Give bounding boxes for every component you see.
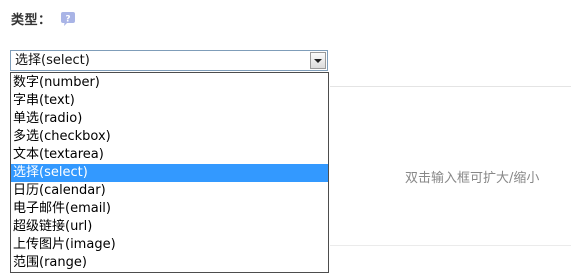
chevron-down-icon <box>314 59 322 63</box>
form-divider <box>330 86 571 87</box>
page: 类型： ? 双击输入框可扩大/缩小 选择(select) 数字(number) … <box>0 0 571 274</box>
select-option[interactable]: 多选(checkbox) <box>11 128 328 146</box>
form-divider <box>330 245 571 246</box>
resize-hint: 双击输入框可扩大/缩小 <box>405 171 540 186</box>
question-bubble-icon[interactable]: ? <box>60 11 76 27</box>
svg-text:?: ? <box>65 15 70 25</box>
dropdown-arrow-button[interactable] <box>310 52 326 69</box>
type-select[interactable]: 选择(select) <box>10 50 328 71</box>
select-current-value: 选择(select) <box>15 53 90 68</box>
select-option[interactable]: 文本(textarea) <box>11 146 328 164</box>
select-option[interactable]: 电子邮件(email) <box>11 200 328 218</box>
select-option[interactable]: 单选(radio) <box>11 110 328 128</box>
select-option-selected[interactable]: 选择(select) <box>11 164 328 182</box>
type-option-list[interactable]: 数字(number) 字串(text) 单选(radio) 多选(checkbo… <box>10 72 329 273</box>
select-option[interactable]: 上传图片(image) <box>11 236 328 254</box>
select-option[interactable]: 范围(range) <box>11 254 328 272</box>
select-option[interactable]: 数字(number) <box>11 74 328 92</box>
type-label: 类型： <box>11 13 52 28</box>
select-option[interactable]: 日历(calendar) <box>11 182 328 200</box>
select-option[interactable]: 字串(text) <box>11 92 328 110</box>
select-option[interactable]: 超级链接(url) <box>11 218 328 236</box>
